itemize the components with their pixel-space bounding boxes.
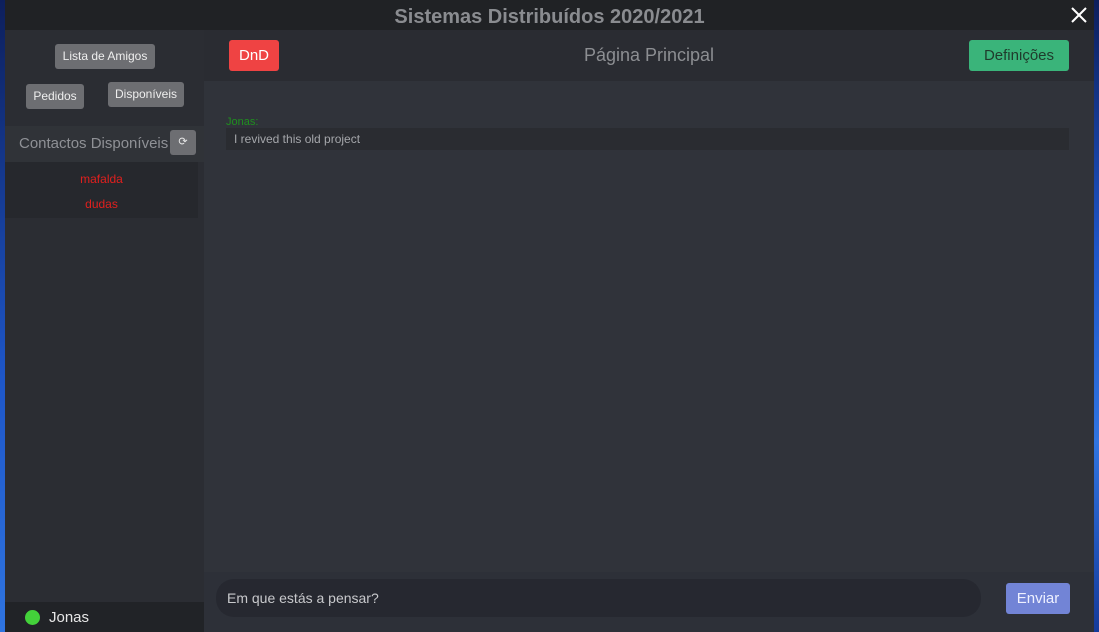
current-user-name: Jonas [49,609,90,626]
post-input[interactable] [216,579,981,617]
settings-button[interactable]: Definições [969,40,1069,71]
contact-item-dudas[interactable]: dudas [5,197,198,211]
app-window: Sistemas Distribuídos 2020/2021 Lista de… [5,0,1094,632]
title-bar: Sistemas Distribuídos 2020/2021 [5,0,1094,30]
sidebar: Lista de Amigos Pedidos Disponíveis Cont… [5,30,204,632]
friends-list-button[interactable]: Lista de Amigos [55,44,155,69]
send-button[interactable]: Enviar [1006,583,1070,614]
close-icon[interactable] [1068,4,1090,26]
page-title: Página Principal [583,45,715,65]
refresh-icon[interactable]: ⟳ [170,130,196,155]
contacts-header: Contactos Disponíveis ⟳ [5,126,204,162]
requests-button[interactable]: Pedidos [26,84,84,109]
header-bar: DnD Página Principal Definições [204,30,1094,81]
post-body: I revived this old project [226,128,1069,150]
online-status-icon [25,610,40,625]
contact-item-mafalda[interactable]: mafalda [5,172,198,186]
post-text: I revived this old project [234,132,361,146]
dnd-button[interactable]: DnD [229,40,279,71]
contacts-title: Contactos Disponíveis [19,135,169,152]
message-feed: Jonas: I revived this old project [204,81,1094,572]
post-author: Jonas: [226,116,259,128]
available-button[interactable]: Disponíveis [108,82,184,107]
contacts-list: mafalda dudas [5,162,198,218]
current-user-bar: Jonas [5,602,204,632]
window-title: Sistemas Distribuídos 2020/2021 [394,6,705,28]
